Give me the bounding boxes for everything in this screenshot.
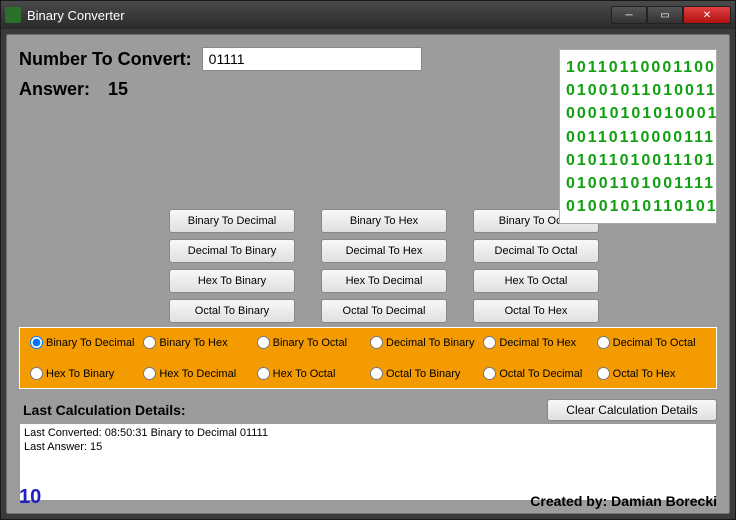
radio-binary-to-octal[interactable]: Binary To Octal bbox=[257, 336, 366, 349]
radio-binary-to-decimal[interactable]: Binary To Decimal bbox=[30, 336, 139, 349]
details-line-2: Last Answer: 15 bbox=[24, 440, 712, 454]
client-area: Number To Convert: Answer: 15 1011011000… bbox=[6, 34, 730, 514]
binary-art-panel: 10110110001100 01001011010011 0001010101… bbox=[559, 49, 717, 224]
close-button[interactable]: ✕ bbox=[683, 6, 731, 24]
radio-hex-to-binary[interactable]: Hex To Binary bbox=[30, 367, 139, 380]
binary-to-decimal-button[interactable]: Binary To Decimal bbox=[169, 209, 295, 233]
titlebar: Binary Converter ─ ▭ ✕ bbox=[1, 1, 735, 29]
octal-to-binary-button[interactable]: Octal To Binary bbox=[169, 299, 295, 323]
decimal-to-binary-button[interactable]: Decimal To Binary bbox=[169, 239, 295, 263]
radio-hex-to-decimal[interactable]: Hex To Decimal bbox=[143, 367, 252, 380]
radio-octal-to-binary[interactable]: Octal To Binary bbox=[370, 367, 479, 380]
hex-to-decimal-button[interactable]: Hex To Decimal bbox=[321, 269, 447, 293]
decimal-to-hex-button[interactable]: Decimal To Hex bbox=[321, 239, 447, 263]
radio-decimal-to-binary[interactable]: Decimal To Binary bbox=[370, 336, 479, 349]
clear-details-button[interactable]: Clear Calculation Details bbox=[547, 399, 717, 421]
radio-octal-to-hex[interactable]: Octal To Hex bbox=[597, 367, 706, 380]
app-icon bbox=[5, 7, 21, 23]
footer-count: 10 bbox=[19, 486, 41, 509]
window-title: Binary Converter bbox=[27, 8, 125, 23]
radio-hex-to-octal[interactable]: Hex To Octal bbox=[257, 367, 366, 380]
radio-panel: Binary To Decimal Binary To Hex Binary T… bbox=[19, 327, 717, 389]
answer-value: 15 bbox=[108, 79, 128, 100]
hex-to-binary-button[interactable]: Hex To Binary bbox=[169, 269, 295, 293]
radio-decimal-to-hex[interactable]: Decimal To Hex bbox=[483, 336, 592, 349]
details-header-label: Last Calculation Details: bbox=[23, 402, 186, 418]
maximize-button[interactable]: ▭ bbox=[647, 6, 683, 24]
octal-to-decimal-button[interactable]: Octal To Decimal bbox=[321, 299, 447, 323]
number-input[interactable] bbox=[202, 47, 422, 71]
footer-credit: Created by: Damian Borecki bbox=[530, 493, 717, 509]
radio-binary-to-hex[interactable]: Binary To Hex bbox=[143, 336, 252, 349]
app-window: Binary Converter ─ ▭ ✕ Number To Convert… bbox=[0, 0, 736, 520]
binary-to-hex-button[interactable]: Binary To Hex bbox=[321, 209, 447, 233]
octal-to-hex-button[interactable]: Octal To Hex bbox=[473, 299, 599, 323]
conversion-button-grid: Binary To Decimal Binary To Hex Binary T… bbox=[169, 209, 717, 323]
radio-octal-to-decimal[interactable]: Octal To Decimal bbox=[483, 367, 592, 380]
answer-label: Answer: bbox=[19, 79, 90, 100]
minimize-button[interactable]: ─ bbox=[611, 6, 647, 24]
input-label: Number To Convert: bbox=[19, 49, 192, 70]
details-line-1: Last Converted: 08:50:31 Binary to Decim… bbox=[24, 426, 712, 440]
decimal-to-octal-button[interactable]: Decimal To Octal bbox=[473, 239, 599, 263]
radio-decimal-to-octal[interactable]: Decimal To Octal bbox=[597, 336, 706, 349]
hex-to-octal-button[interactable]: Hex To Octal bbox=[473, 269, 599, 293]
